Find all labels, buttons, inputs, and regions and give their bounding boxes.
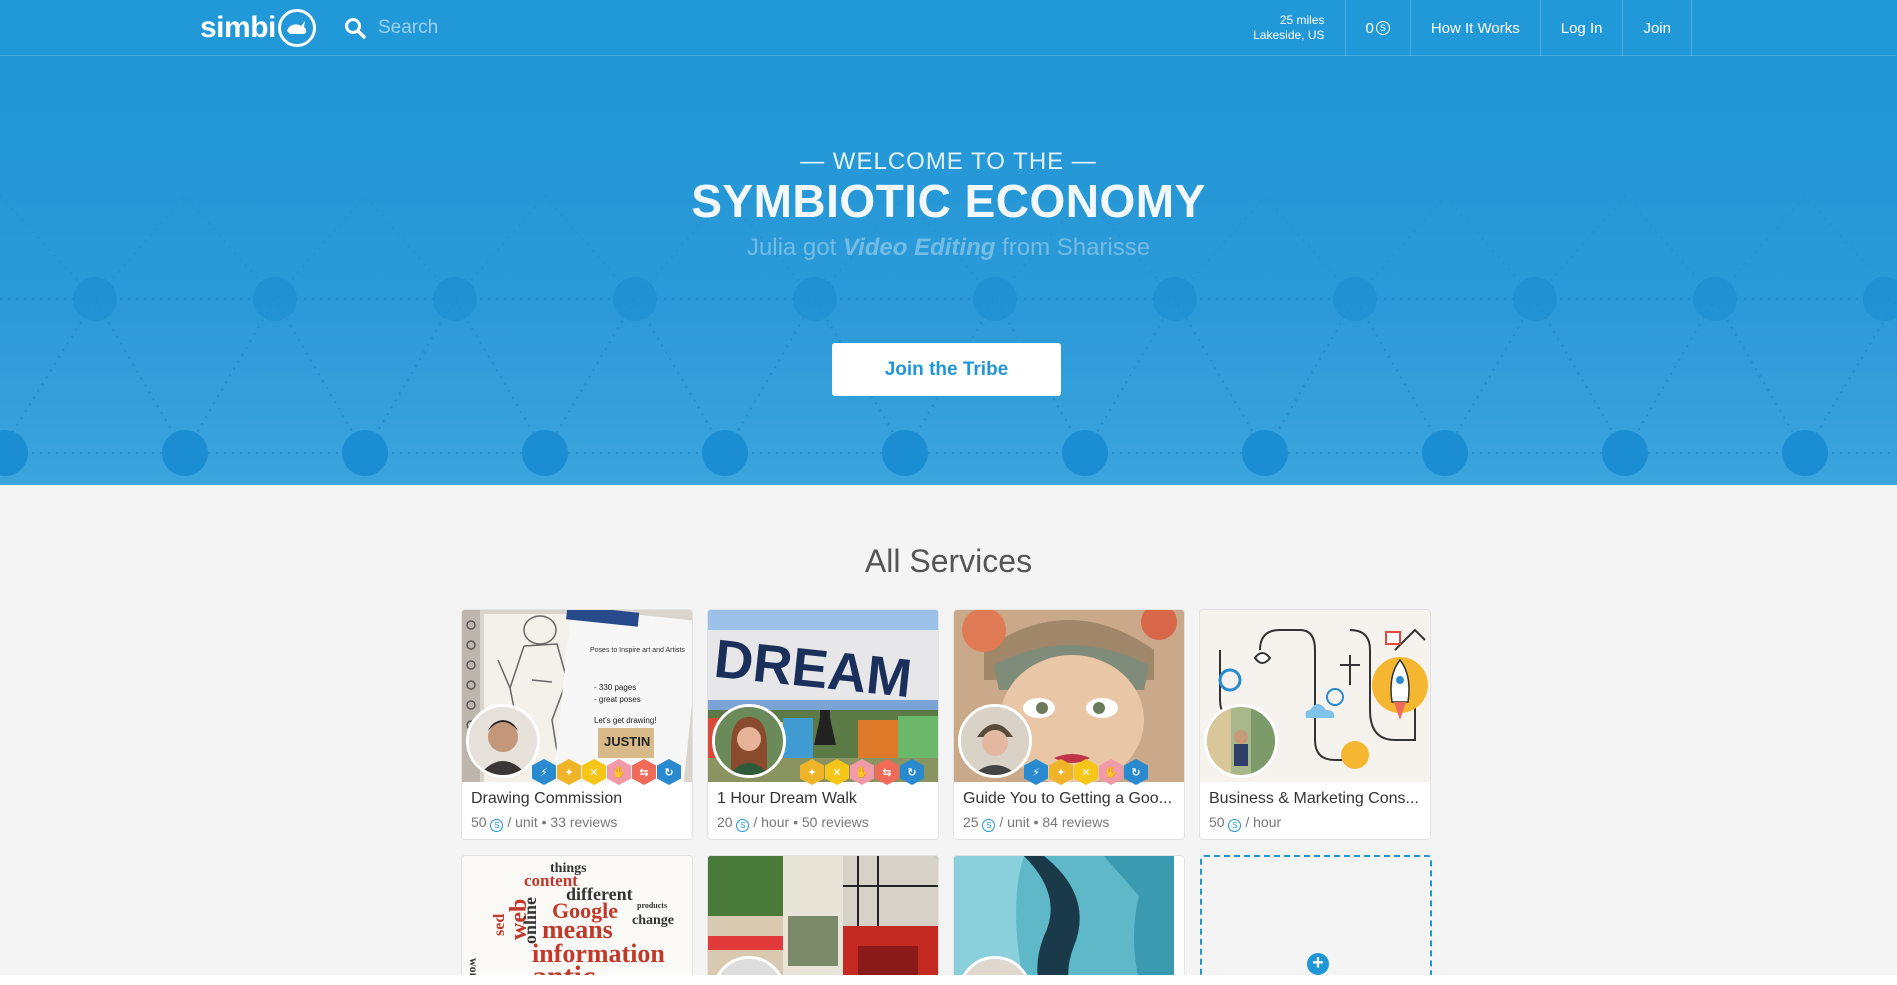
service-title[interactable]: Guide You to Getting a Goo... [963, 790, 1175, 808]
logo-text: simbi [200, 11, 276, 44]
word-cloud-word: products [637, 901, 667, 910]
provider-avatar[interactable] [1204, 704, 1278, 778]
provider-avatar[interactable] [466, 704, 540, 778]
nav-right: 25 miles Lakeside, US 0 S How It Works L… [1253, 0, 1692, 56]
service-price: 50 [471, 814, 487, 830]
word-cloud-word: change [632, 913, 674, 928]
simbi-coin-icon: S [1375, 21, 1390, 35]
ticker-suffix: from Sharisse [995, 234, 1151, 261]
service-card[interactable]: DREAM ✦ ✕ ✋ ⇆ ↻ 1 Hour Dream Walk 20 S /… [707, 609, 939, 840]
service-card[interactable]: ⚡ ✦ ✕ ✋ ↻ Guide You to Getting a Goo... … [953, 609, 1185, 840]
hero-banner: — WELCOME TO THE — SYMBIOTIC ECONOMY Jul… [0, 56, 1897, 485]
refresh-badge-icon: ↻ [1124, 759, 1148, 785]
service-meta: 20 S / hour • 50 reviews [717, 814, 869, 832]
service-card[interactable] [707, 855, 939, 985]
service-price: 20 [717, 814, 733, 830]
sketch-poses: - great poses [594, 695, 641, 704]
provider-badges: ⚡ ✦ ✕ ✋ ⇆ ↻ [532, 759, 682, 785]
sketch-pages: - 330 pages [594, 683, 636, 692]
service-unit: / hour [753, 814, 790, 830]
service-title[interactable]: Drawing Commission [471, 790, 683, 808]
service-price: 50 [1209, 814, 1225, 830]
service-card[interactable]: Poses to Inspire art and Artists - 330 p… [461, 609, 693, 840]
simbi-coin-icon: S [490, 819, 504, 832]
hand-badge-icon: ✋ [1099, 759, 1123, 785]
service-meta: 50 S / unit • 33 reviews [471, 814, 617, 832]
join-link[interactable]: Join [1622, 0, 1692, 56]
simbi-coin-icon: S [736, 819, 750, 832]
location-selector[interactable]: 25 miles Lakeside, US [1253, 0, 1344, 56]
lightning-badge-icon: ⚡ [532, 759, 556, 785]
location-text: Lakeside, US [1253, 28, 1325, 42]
sketch-notes: Poses to Inspire art and Artists [590, 647, 685, 654]
provider-avatar[interactable] [958, 704, 1032, 778]
provider-avatar[interactable] [712, 704, 786, 778]
hand-badge-icon: ✋ [850, 759, 874, 785]
join-the-tribe-button[interactable]: Join the Tribe [832, 343, 1061, 396]
service-meta: 25 S / unit • 84 reviews [963, 814, 1109, 832]
tools-badge-icon: ✕ [582, 759, 606, 785]
page: simbi 25 miles Lakeside, US 0 S How It W… [0, 0, 1897, 985]
add-icon[interactable]: + [1307, 953, 1329, 975]
simbi-logo[interactable]: simbi [200, 8, 316, 48]
balance-value: 0 [1365, 19, 1374, 37]
service-unit: / unit [507, 814, 538, 830]
log-in-link[interactable]: Log In [1539, 0, 1623, 56]
star-badge-icon: ✦ [557, 759, 581, 785]
sketch-draw: Let's get drawing! [594, 716, 656, 725]
service-card[interactable]: things content different Google means we… [461, 855, 693, 985]
service-price: 25 [963, 814, 979, 830]
service-meta: 50 S / hour [1209, 814, 1281, 832]
service-title[interactable]: 1 Hour Dream Walk [717, 790, 929, 808]
add-service-card[interactable]: + [1200, 855, 1432, 985]
service-card[interactable] [953, 855, 1185, 985]
ticker-service: Video Editing [842, 234, 996, 261]
hero-activity-ticker: Julia got Video Editing from Sharisse [0, 234, 1897, 262]
hero-kicker: — WELCOME TO THE — [800, 148, 1097, 175]
network-pattern [0, 194, 1897, 476]
star-badge-icon: ✦ [1049, 759, 1073, 785]
refresh-badge-icon: ↻ [900, 759, 924, 785]
all-services-heading: All Services [864, 543, 1033, 579]
service-unit: / unit [999, 814, 1030, 830]
refresh-badge-icon: ↻ [657, 759, 681, 785]
how-it-works-link[interactable]: How It Works [1409, 0, 1540, 56]
lightning-badge-icon: ⚡ [1024, 759, 1048, 785]
provider-badges: ✦ ✕ ✋ ⇆ ↻ [800, 759, 925, 785]
balance-button[interactable]: 0 S [1344, 0, 1410, 56]
service-reviews: • 50 reviews [793, 814, 869, 830]
search-bar [344, 10, 944, 46]
handshake-badge-icon: ⇆ [632, 759, 656, 785]
service-reviews: • 33 reviews [541, 814, 618, 830]
word-cloud-word: online [520, 897, 540, 944]
search-icon[interactable] [344, 17, 366, 39]
service-unit: / hour [1245, 814, 1282, 830]
service-image: things content different Google means we… [462, 856, 692, 985]
provider-badges: ⚡ ✦ ✕ ✋ ↻ [1024, 759, 1149, 785]
service-card[interactable]: Business & Marketing Cons... 50 S / hour [1199, 609, 1431, 840]
word-cloud-word: sed [491, 914, 508, 936]
star-badge-icon: ✦ [800, 759, 824, 785]
handshake-badge-icon: ⇆ [875, 759, 899, 785]
simbi-coin-icon: S [1228, 819, 1242, 832]
top-navbar: simbi 25 miles Lakeside, US 0 S How It W… [0, 0, 1897, 56]
ticker-prefix: Julia got [746, 234, 843, 261]
simbi-coin-icon: S [982, 819, 996, 832]
sketch-name: JUSTIN [604, 734, 650, 749]
tools-badge-icon: ✕ [1074, 759, 1098, 785]
distance-text: 25 miles [1279, 13, 1325, 27]
service-title[interactable]: Business & Marketing Cons... [1209, 790, 1421, 808]
service-reviews: • 84 reviews [1033, 814, 1110, 830]
tools-badge-icon: ✕ [825, 759, 849, 785]
hero-title: SYMBIOTIC ECONOMY [691, 175, 1206, 227]
page-bottom-edge [0, 975, 1897, 985]
hand-badge-icon: ✋ [607, 759, 631, 785]
rhino-icon [277, 9, 316, 47]
search-input[interactable] [378, 17, 878, 39]
